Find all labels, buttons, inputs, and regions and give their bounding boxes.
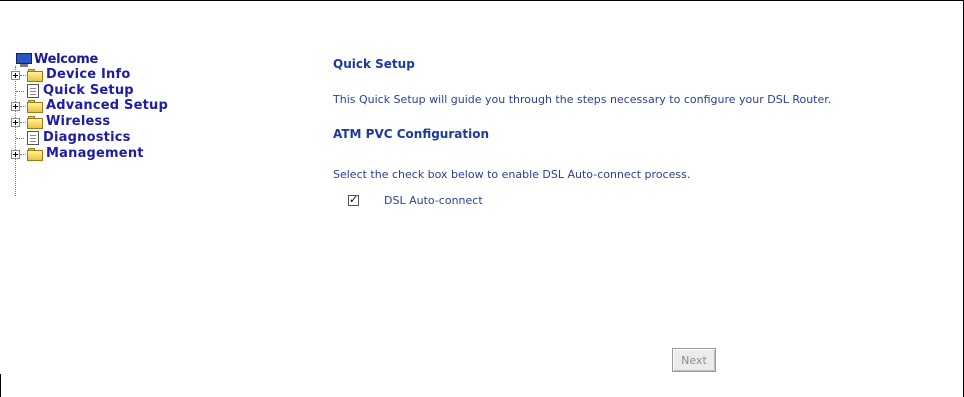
page-icon [27,84,39,98]
tree-connector [20,74,26,76]
checkmark-icon: ✓ [349,193,359,206]
window-top-border [0,0,964,1]
expand-icon[interactable] [11,149,20,159]
next-button[interactable]: Next [672,348,716,372]
tree-label-management: Management [46,146,144,161]
tree-item-advanced-setup[interactable]: Advanced Setup [11,98,168,114]
window-left-border [0,374,1,397]
tree-connector [16,90,24,92]
auto-connect-label: DSL Auto-connect [384,194,483,207]
section-title-atm-pvc: ATM PVC Configuration [333,127,489,141]
tree-item-wireless[interactable]: Wireless [11,114,110,130]
folder-icon [27,99,43,113]
expand-icon[interactable] [11,117,20,127]
tree-label-wireless: Wireless [46,114,111,129]
tree-label-device-info: Device Info [46,67,131,82]
tree-item-quick-setup[interactable]: Quick Setup [16,83,134,99]
tree-item-management[interactable]: Management [11,146,144,162]
folder-icon [27,147,43,161]
intro-text: This Quick Setup will guide you through … [333,93,832,106]
tree-connector [20,153,26,155]
tree-connector [20,105,26,107]
tree-connector [16,137,24,139]
monitor-icon [16,53,32,67]
folder-icon [27,68,43,82]
tree-label-advanced-setup: Advanced Setup [46,98,168,113]
tree-label-quick-setup: Quick Setup [43,83,134,98]
tree-item-device-info[interactable]: Device Info [11,67,130,83]
tree-label-diagnostics: Diagnostics [43,130,131,145]
tree-item-welcome[interactable]: Welcome [16,52,98,68]
folder-icon [27,115,43,129]
auto-connect-checkbox[interactable]: ✓ [348,193,359,206]
instruction-text: Select the check box below to enable DSL… [333,168,691,181]
auto-connect-row: ✓ DSL Auto-connect [348,193,483,207]
tree-connector [20,121,26,123]
expand-icon[interactable] [11,70,20,80]
tree-label-welcome: Welcome [34,52,99,67]
page-title: Quick Setup [333,57,415,71]
tree-item-diagnostics[interactable]: Diagnostics [16,130,131,146]
page-icon [27,131,39,145]
expand-icon[interactable] [11,101,20,111]
